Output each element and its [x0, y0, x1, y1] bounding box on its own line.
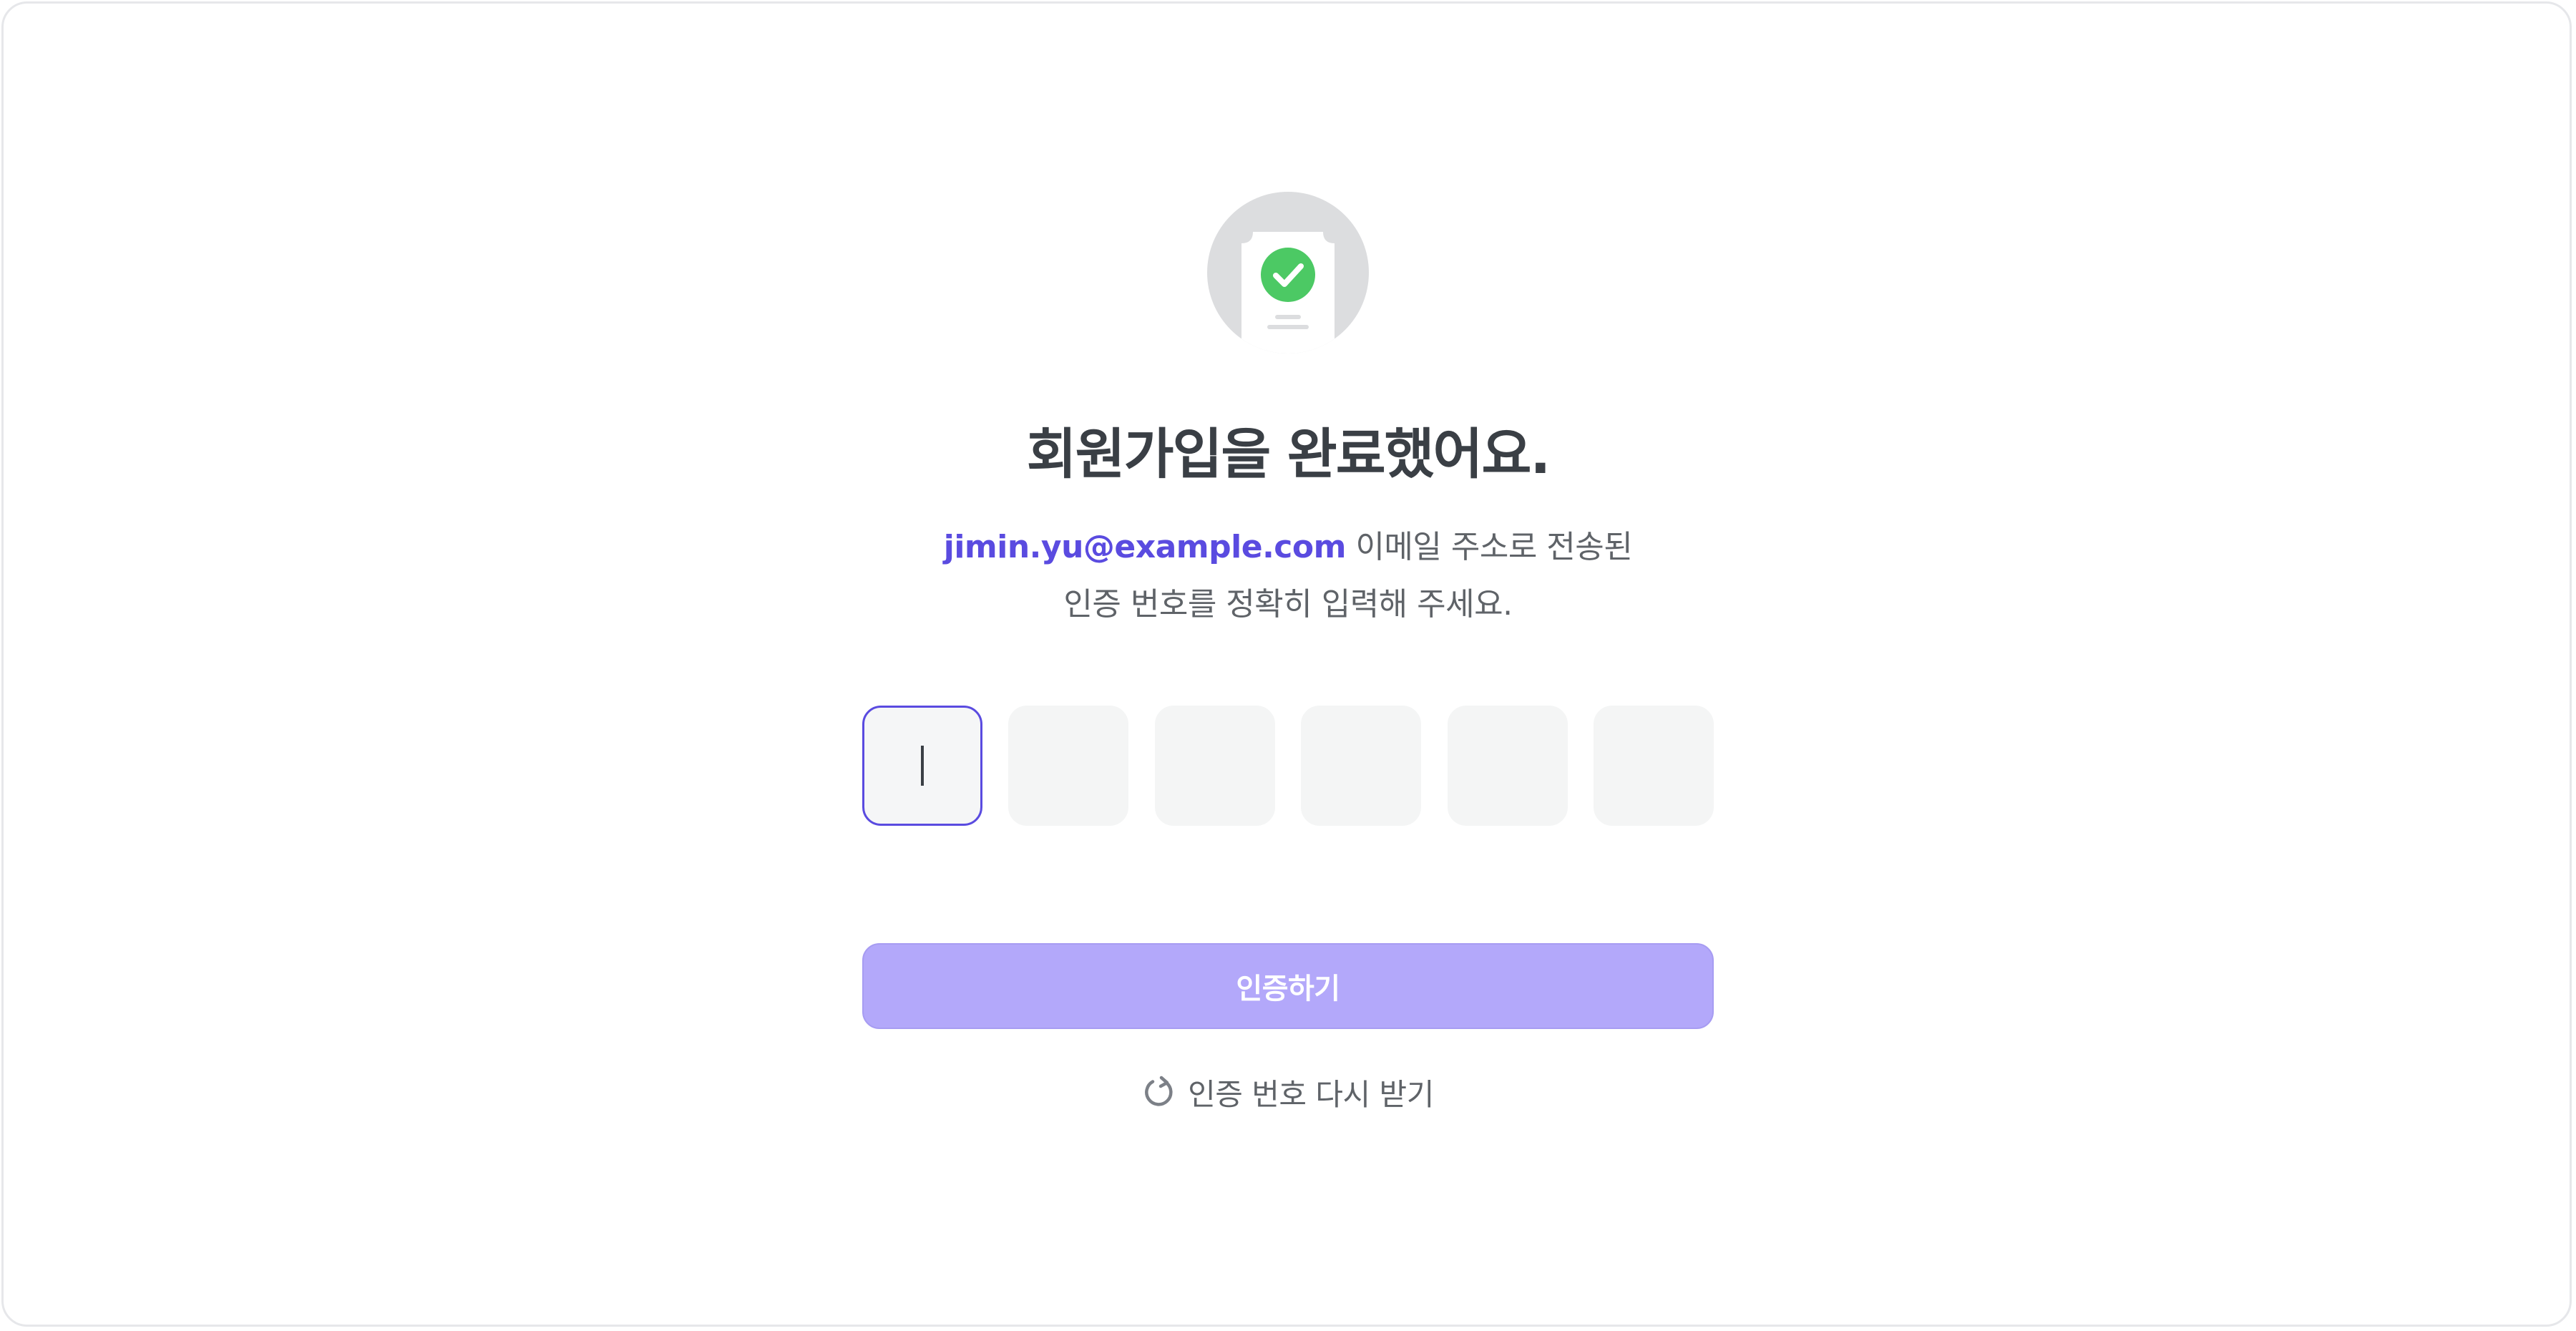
- description-line-2: 인증 번호를 정확히 입력해 주세요.: [1063, 586, 1513, 623]
- email-address: jimin.yu@example.com: [943, 529, 1347, 565]
- otp-digit-3[interactable]: [1154, 706, 1275, 826]
- otp-digit-4[interactable]: [1301, 706, 1422, 826]
- signup-complete-screen: 회원가입을 완료했어요. jimin.yu@example.com 이메일 주소…: [0, 0, 2576, 1331]
- verify-button[interactable]: 인증하기: [862, 943, 1714, 1029]
- description-line-1-text: 이메일 주소로 전송된: [1345, 529, 1633, 565]
- text-caret: [921, 746, 924, 786]
- otp-digit-2[interactable]: [1008, 706, 1129, 826]
- document-check-icon: [1207, 192, 1369, 354]
- page-title: 회원가입을 완료했어요.: [1026, 422, 1551, 486]
- refresh-icon: [1145, 1076, 1173, 1106]
- description: jimin.yu@example.com 이메일 주소로 전송된 인증 번호를 …: [0, 519, 2576, 633]
- otp-input-group: [862, 706, 1714, 827]
- description-line-1: jimin.yu@example.com 이메일 주소로 전송된: [0, 519, 2576, 576]
- otp-digit-1[interactable]: [862, 706, 982, 826]
- otp-digit-5[interactable]: [1447, 706, 1568, 826]
- resend-code-link[interactable]: 인증 번호 다시 받기: [0, 1066, 2576, 1118]
- resend-code-label: 인증 번호 다시 받기: [1188, 1076, 1434, 1112]
- otp-digit-6[interactable]: [1593, 706, 1714, 826]
